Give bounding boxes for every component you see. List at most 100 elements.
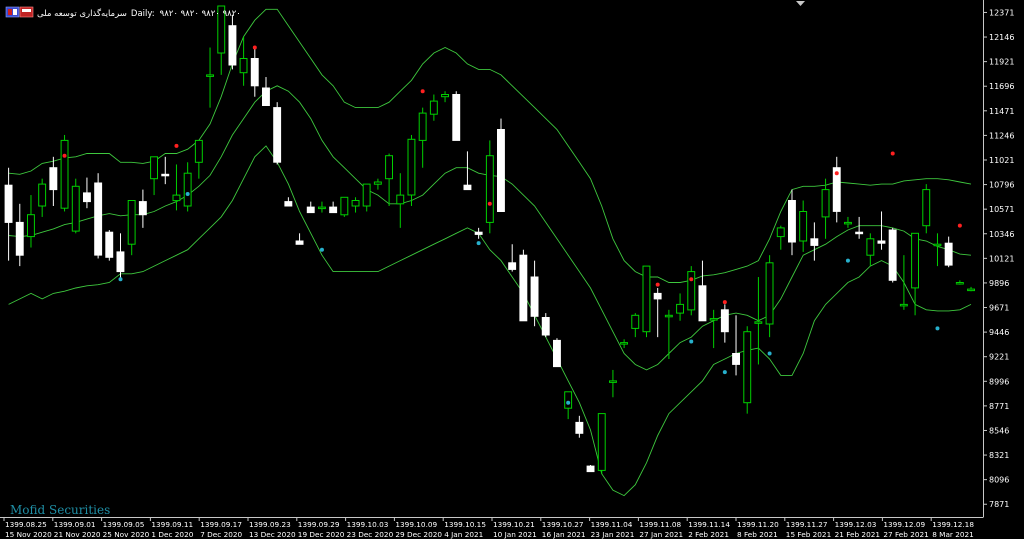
candle-body-bull xyxy=(362,183,371,207)
price-tick-label: 10571 xyxy=(989,205,1014,214)
candle-body-bear xyxy=(15,221,24,256)
fractal-down-marker xyxy=(845,258,850,263)
candle-body-bear xyxy=(329,206,338,214)
candle-body-bull xyxy=(866,238,875,256)
candle xyxy=(922,184,931,234)
price-tick-label: 10796 xyxy=(989,181,1014,190)
candle-body-bear xyxy=(273,107,282,163)
candle-body-bull xyxy=(183,172,192,207)
candle-body-bear xyxy=(586,465,595,473)
candle-body-bull xyxy=(676,303,684,314)
candle-body-bull xyxy=(340,196,349,216)
price-tick-label: 8996 xyxy=(989,377,1009,386)
candle-body-bear xyxy=(541,317,550,336)
candle-body-bull xyxy=(172,194,181,202)
candle-body-bear xyxy=(855,231,864,235)
candle-body-bear xyxy=(116,251,125,273)
candle-body-bull xyxy=(485,155,494,223)
time-tick-label-gregorian: 15 Nov 2020 xyxy=(5,530,52,539)
candle xyxy=(553,338,561,368)
candle-body-bear xyxy=(228,25,237,66)
candle xyxy=(94,173,103,259)
time-tick-label-gregorian: 25 Nov 2020 xyxy=(103,530,150,539)
candle xyxy=(687,266,696,316)
candle-body-bull xyxy=(150,156,159,180)
candle-body-bull xyxy=(754,321,763,324)
fractal-up-marker xyxy=(420,89,425,94)
price-tick-label: 9221 xyxy=(989,353,1009,362)
candle-body-bull xyxy=(407,138,416,196)
fractal-down-marker xyxy=(118,277,123,282)
fractal-up-marker xyxy=(689,277,694,282)
time-tick-label-gregorian: 23 Jan 2021 xyxy=(591,530,635,539)
fractal-down-marker xyxy=(185,191,190,196)
candle-body-bear xyxy=(161,173,170,177)
candle-body-bear xyxy=(250,58,259,87)
candle-body-bear xyxy=(49,167,58,191)
ohlc-readout: ۹۸۲۰ ۹۸۲۰ ۹۸۲۰ ۹۸۲۰ xyxy=(160,9,241,19)
candle-body-bull xyxy=(351,200,360,207)
candle xyxy=(273,102,282,165)
candle-body-bull xyxy=(799,211,808,242)
candle xyxy=(743,326,752,414)
candle-body-bull xyxy=(194,139,203,163)
candle-body-bull xyxy=(318,206,326,210)
time-tick-label-gregorian: 27 Jan 2021 xyxy=(639,530,683,539)
time-tick-label-jalali: 1399.10.21 xyxy=(493,520,535,529)
fractal-up-marker xyxy=(655,282,660,287)
time-tick-label-gregorian: 27 Feb 2021 xyxy=(883,530,928,539)
candle-body-bear xyxy=(94,182,103,256)
fractal-up-marker xyxy=(722,300,727,305)
candle-body-bear xyxy=(810,238,819,246)
fractal-up-marker xyxy=(834,171,839,176)
candle-body-bull xyxy=(709,318,718,321)
price-tick-label: 11471 xyxy=(989,107,1014,116)
price-tick-label: 12146 xyxy=(989,33,1014,42)
time-tick-label-gregorian: 16 Jan 2021 xyxy=(542,530,586,539)
candle-body-bull xyxy=(922,189,931,227)
time-tick-label-gregorian: 21 Nov 2020 xyxy=(54,530,101,539)
time-tick-label-jalali: 1399.10.27 xyxy=(542,520,584,529)
candle-body-bear xyxy=(944,242,953,266)
candle-body-bull xyxy=(642,265,651,333)
fractal-down-marker xyxy=(566,400,571,405)
candle-body-bull xyxy=(967,288,975,292)
candle-body-bull xyxy=(385,155,394,180)
candle-body-bull xyxy=(71,185,80,232)
fractal-down-marker xyxy=(476,241,481,246)
candle-body-bull xyxy=(911,232,919,289)
candle-body-bear xyxy=(732,353,740,365)
candle-body-bull xyxy=(27,214,35,238)
time-tick-label-gregorian: 8 Feb 2021 xyxy=(737,530,778,539)
price-tick-label: 10121 xyxy=(989,254,1014,263)
candle-body-bull xyxy=(609,380,617,383)
fractal-down-marker xyxy=(767,351,772,356)
price-tick-label: 8321 xyxy=(989,451,1009,460)
candle-body-bull xyxy=(418,112,427,141)
time-tick-label-jalali: 1399.09.11 xyxy=(151,520,193,529)
time-tick-label-gregorian: 15 Feb 2021 xyxy=(786,530,831,539)
candle-body-bear xyxy=(720,309,729,333)
fractal-up-marker xyxy=(62,153,67,158)
candle xyxy=(407,134,416,206)
candle-body-bull xyxy=(821,189,830,218)
candle-body-bear xyxy=(306,206,315,214)
time-tick-label-gregorian: 10 Jan 2021 xyxy=(493,530,537,539)
candle-body-bear xyxy=(474,231,483,235)
price-tick-label: 8546 xyxy=(989,426,1009,435)
candle xyxy=(642,265,651,338)
time-tick-label-jalali: 1399.10.03 xyxy=(347,520,389,529)
candle-body-bear xyxy=(519,254,528,322)
price-chart[interactable]: 12371 12146 11921 11696 11471 11246 11021 10796… xyxy=(0,0,1024,539)
candle-body-bull xyxy=(620,342,628,345)
price-tick-label: 11921 xyxy=(989,58,1014,67)
candle-body-bear xyxy=(877,240,886,244)
time-tick-label-jalali: 1399.08.25 xyxy=(5,520,47,529)
candle xyxy=(519,249,528,322)
candle xyxy=(340,196,349,217)
candle-body-bear xyxy=(575,421,584,434)
time-tick-label-gregorian: 13 Dec 2020 xyxy=(249,530,296,539)
price-tick-label: 11021 xyxy=(989,156,1014,165)
time-tick-label-jalali: 1399.10.09 xyxy=(395,520,437,529)
candle-body-bear xyxy=(497,129,505,212)
